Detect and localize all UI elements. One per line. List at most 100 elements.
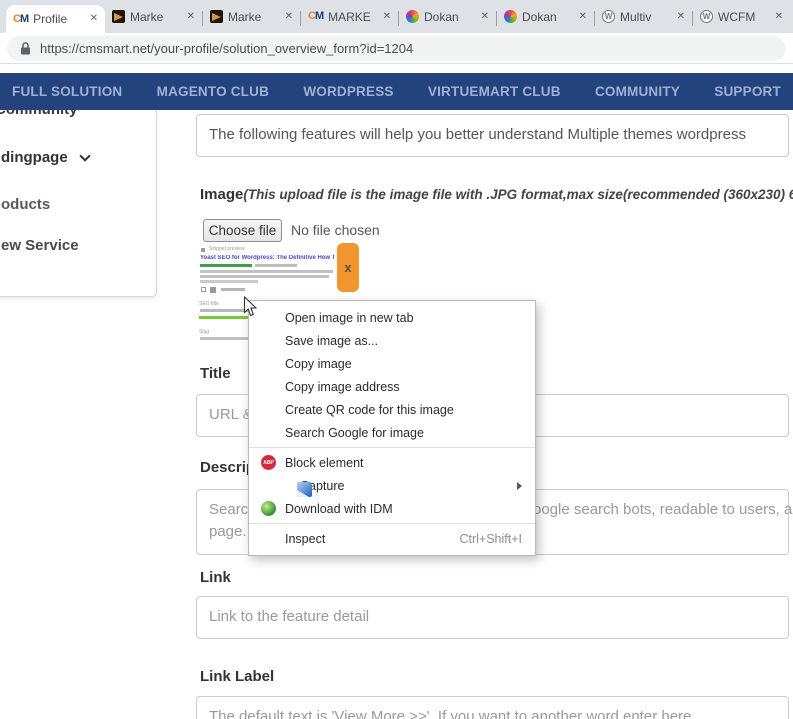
tab-marketplace-1[interactable]: Marke ✕ — [105, 0, 202, 33]
url-text[interactable]: https://cmsmart.net/your-profile/solutio… — [40, 41, 413, 56]
wordpress-icon: W — [602, 10, 615, 23]
cmsmart-icon: CM — [13, 14, 28, 25]
menu-item-save-image-as[interactable]: Save image as... — [249, 329, 535, 352]
marketplace-icon — [210, 10, 223, 23]
snippet-toolbar-icon — [210, 287, 216, 293]
tab-dokan-1[interactable]: Dokan ✕ — [399, 0, 496, 33]
menu-separator — [249, 523, 535, 524]
tab-title: Marke — [228, 10, 280, 24]
nav-wordpress[interactable]: WORDPRESS — [303, 84, 393, 99]
snippet-url-bar2 — [255, 264, 297, 267]
inspect-shortcut: Ctrl+Shift+I — [459, 532, 522, 546]
close-icon[interactable]: ✕ — [481, 12, 489, 22]
snippet-title: Yoast SEO for Wordpress: The Definitive … — [200, 255, 335, 261]
menu-item-inspect[interactable]: Inspect Ctrl+Shift+I — [249, 527, 535, 550]
nav-full-solution[interactable]: FULL SOLUTION — [12, 84, 122, 99]
lock-icon — [20, 42, 31, 55]
link-input-placeholder: Link to the feature detail — [209, 608, 369, 625]
menu-item-block-element[interactable]: ABP Block element — [249, 451, 535, 474]
marketplace-icon — [112, 10, 125, 23]
link-label-input[interactable]: The default text is 'View More >>'. If y… — [196, 696, 789, 719]
menu-item-download-idm[interactable]: Download with IDM — [249, 497, 535, 520]
title-field-label: Title — [200, 365, 231, 382]
browser-window: CM Profile ✕ Marke ✕ Marke ✕ CM MARKE ✕ … — [0, 0, 793, 719]
tab-dokan-2[interactable]: Dokan ✕ — [497, 0, 594, 33]
sidebar: Community dingpage oducts ew Service — [0, 80, 157, 297]
image-field-label: Image(This upload file is the image file… — [200, 186, 793, 203]
description-line1-right: oogle search bots, readable to users, an… — [533, 501, 793, 518]
menu-item-copy-image-address[interactable]: Copy image address — [249, 375, 535, 398]
snippet-url-bar — [200, 264, 252, 267]
nav-virtuemart-club[interactable]: VIRTUEMART CLUB — [428, 84, 561, 99]
title-input-value: URL & — [209, 406, 253, 423]
menu-item-create-qr-code[interactable]: Create QR code for this image — [249, 398, 535, 421]
tab-title: MARKE — [328, 10, 377, 24]
submenu-arrow-icon — [517, 482, 522, 490]
snippet-toolbar-icon — [201, 287, 206, 292]
description-line1-left: Searc — [209, 501, 248, 518]
menu-item-search-google-image[interactable]: Search Google for image — [249, 421, 535, 444]
close-icon[interactable]: ✕ — [775, 12, 783, 22]
link-field-label: Link — [200, 569, 231, 586]
link-label-input-placeholder: The default text is 'View More >>'. If y… — [209, 708, 691, 719]
close-icon[interactable]: ✕ — [383, 12, 391, 22]
snippet-desc-line — [200, 280, 258, 283]
tab-marketplace-2[interactable]: Marke ✕ — [203, 0, 300, 33]
tab-strip: CM Profile ✕ Marke ✕ Marke ✕ CM MARKE ✕ … — [0, 0, 793, 33]
snippet-preview-icon — [201, 248, 205, 252]
adblock-icon: ABP — [261, 455, 276, 470]
snippet-slug-bar — [200, 337, 255, 340]
image-upload-note: (This upload file is the image file with… — [243, 187, 793, 202]
menu-item-copy-image[interactable]: Copy image — [249, 352, 535, 375]
tab-marke[interactable]: CM MARKE ✕ — [301, 0, 398, 33]
close-icon[interactable]: ✕ — [579, 12, 587, 22]
tab-title: Marke — [130, 10, 182, 24]
dokan-icon — [406, 10, 419, 23]
no-file-chosen-text: No file chosen — [291, 222, 380, 238]
tab-title: Dokan — [522, 10, 574, 24]
address-bar[interactable]: https://cmsmart.net/your-profile/solutio… — [7, 36, 786, 61]
tab-title: Profile — [33, 12, 84, 26]
cmsmart-icon: CM — [308, 11, 323, 22]
mouse-cursor-icon — [243, 296, 258, 317]
idm-icon — [261, 501, 276, 516]
choose-file-button[interactable]: Choose file — [203, 219, 282, 242]
link-input[interactable]: Link to the feature detail — [196, 596, 789, 639]
tab-multivendor[interactable]: W Multiv ✕ — [595, 0, 692, 33]
capture-icon — [297, 482, 312, 497]
snippet-toolbar-bar — [221, 288, 245, 291]
close-icon[interactable]: ✕ — [187, 12, 195, 22]
sidebar-item-landingpage[interactable]: dingpage — [1, 149, 89, 166]
overview-input-value: The following features will help you bet… — [209, 126, 746, 143]
overview-input[interactable]: The following features will help you bet… — [196, 114, 789, 157]
sidebar-item-new-service[interactable]: ew Service — [1, 237, 79, 254]
link-label-field-label: Link Label — [200, 668, 274, 685]
snippet-desc-line — [200, 275, 329, 278]
menu-item-open-image-new-tab[interactable]: Open image in new tab — [249, 306, 535, 329]
nav-community[interactable]: COMMUNITY — [595, 84, 680, 99]
context-menu: Open image in new tab Save image as... C… — [248, 300, 536, 556]
tab-title: Dokan — [424, 10, 476, 24]
close-icon[interactable]: ✕ — [285, 12, 293, 22]
chevron-down-icon — [79, 150, 90, 161]
tab-wcfm[interactable]: W WCFM ✕ — [693, 0, 790, 33]
tab-title: WCFM — [718, 10, 770, 24]
menu-item-capture[interactable]: Capture — [249, 474, 535, 497]
tab-title: Multiv — [620, 10, 672, 24]
snippet-desc-line — [200, 270, 333, 273]
tab-profile[interactable]: CM Profile ✕ — [6, 5, 105, 33]
close-icon[interactable]: ✕ — [90, 14, 98, 24]
snippet-seo-title-label: SEO title — [199, 301, 219, 307]
dokan-icon — [504, 10, 517, 23]
menu-separator — [249, 447, 535, 448]
wordpress-icon: W — [700, 10, 713, 23]
sidebar-item-products[interactable]: oducts — [1, 196, 50, 213]
site-navbar: FULL SOLUTION MAGENTO CLUB WORDPRESS VIR… — [0, 73, 793, 110]
remove-image-button[interactable]: x — [337, 243, 359, 292]
snippet-slug-label: Slug — [199, 329, 209, 335]
nav-magento-club[interactable]: MAGENTO CLUB — [157, 84, 269, 99]
nav-support[interactable]: SUPPORT — [714, 84, 781, 99]
snippet-preview-label: Snippet preview — [209, 246, 245, 252]
description-line2: page. — [209, 523, 247, 540]
close-icon[interactable]: ✕ — [677, 12, 685, 22]
